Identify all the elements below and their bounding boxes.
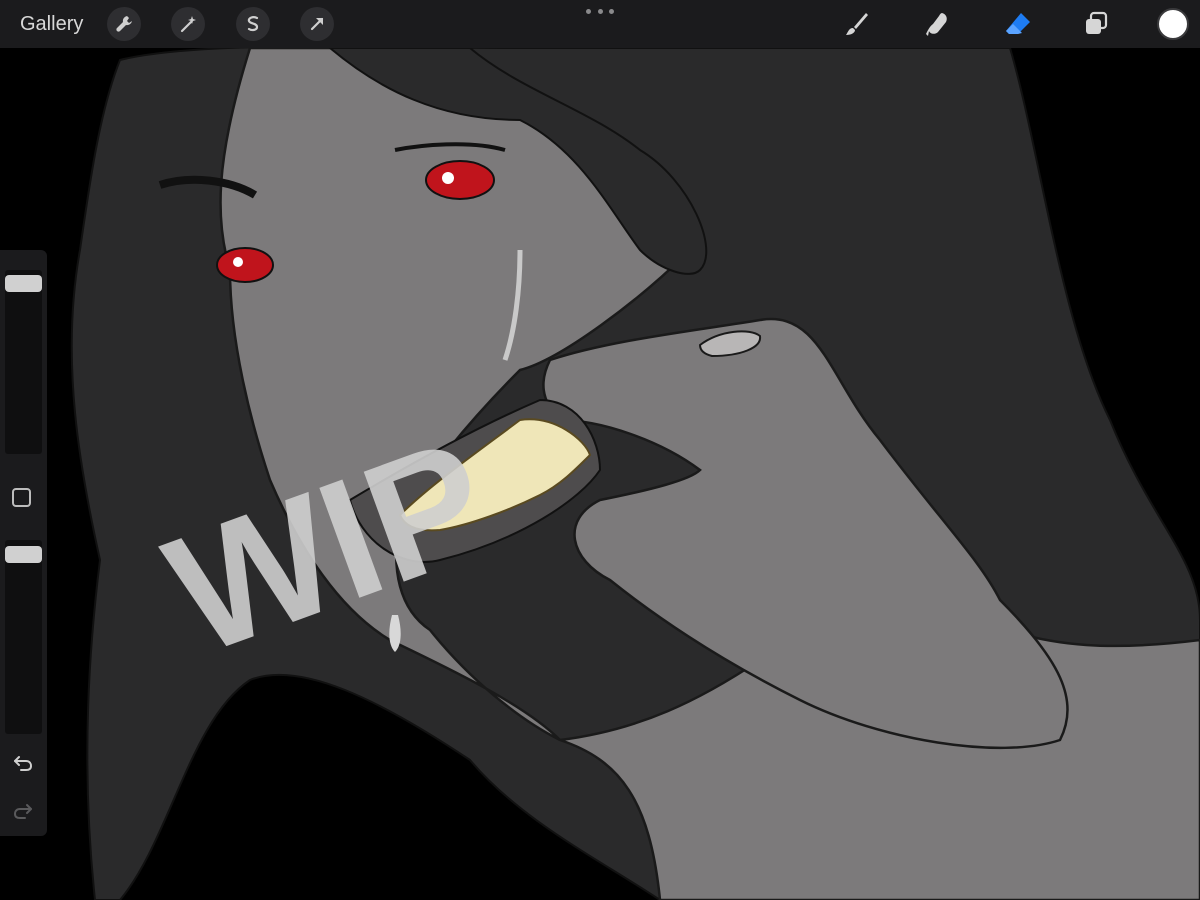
modify-button[interactable] xyxy=(12,488,31,507)
drawing-canvas[interactable]: WIP xyxy=(0,0,1200,900)
dot xyxy=(586,8,591,14)
color-picker-swatch[interactable] xyxy=(1157,8,1189,40)
smudge-icon xyxy=(926,13,947,36)
left-eye xyxy=(216,247,274,283)
left-sidebar xyxy=(0,250,47,836)
gallery-button[interactable]: Gallery xyxy=(20,11,83,37)
redo-icon[interactable] xyxy=(11,798,35,822)
undo-icon[interactable] xyxy=(11,750,35,774)
brush-size-thumb[interactable] xyxy=(5,275,42,292)
opacity-slider[interactable] xyxy=(5,540,42,734)
left-eye-highlight xyxy=(233,257,243,267)
selection-icon xyxy=(247,16,259,32)
wrench-icon xyxy=(116,16,132,32)
adjustments-button[interactable] xyxy=(171,7,205,41)
selection-button[interactable] xyxy=(236,7,270,41)
brush-size-slider[interactable] xyxy=(5,270,42,454)
layers-button[interactable] xyxy=(1080,8,1112,40)
brush-tool-button[interactable] xyxy=(840,8,872,40)
dot xyxy=(609,8,614,14)
eraser-tool-button[interactable] xyxy=(1002,8,1034,40)
more-options-dots[interactable] xyxy=(586,6,614,16)
magic-wand-icon xyxy=(180,16,196,33)
dot xyxy=(597,8,603,14)
actions-button[interactable] xyxy=(107,7,141,41)
right-eye xyxy=(425,160,495,200)
brush-icon xyxy=(846,13,868,35)
opacity-thumb[interactable] xyxy=(5,546,42,563)
layers-icon xyxy=(1086,11,1108,34)
transform-button[interactable] xyxy=(300,7,334,41)
transform-arrow-icon xyxy=(310,17,324,31)
eraser-icon xyxy=(1006,13,1030,34)
top-toolbar: Gallery xyxy=(0,0,1200,48)
right-eye-highlight xyxy=(442,172,454,184)
smudge-tool-button[interactable] xyxy=(922,8,954,40)
